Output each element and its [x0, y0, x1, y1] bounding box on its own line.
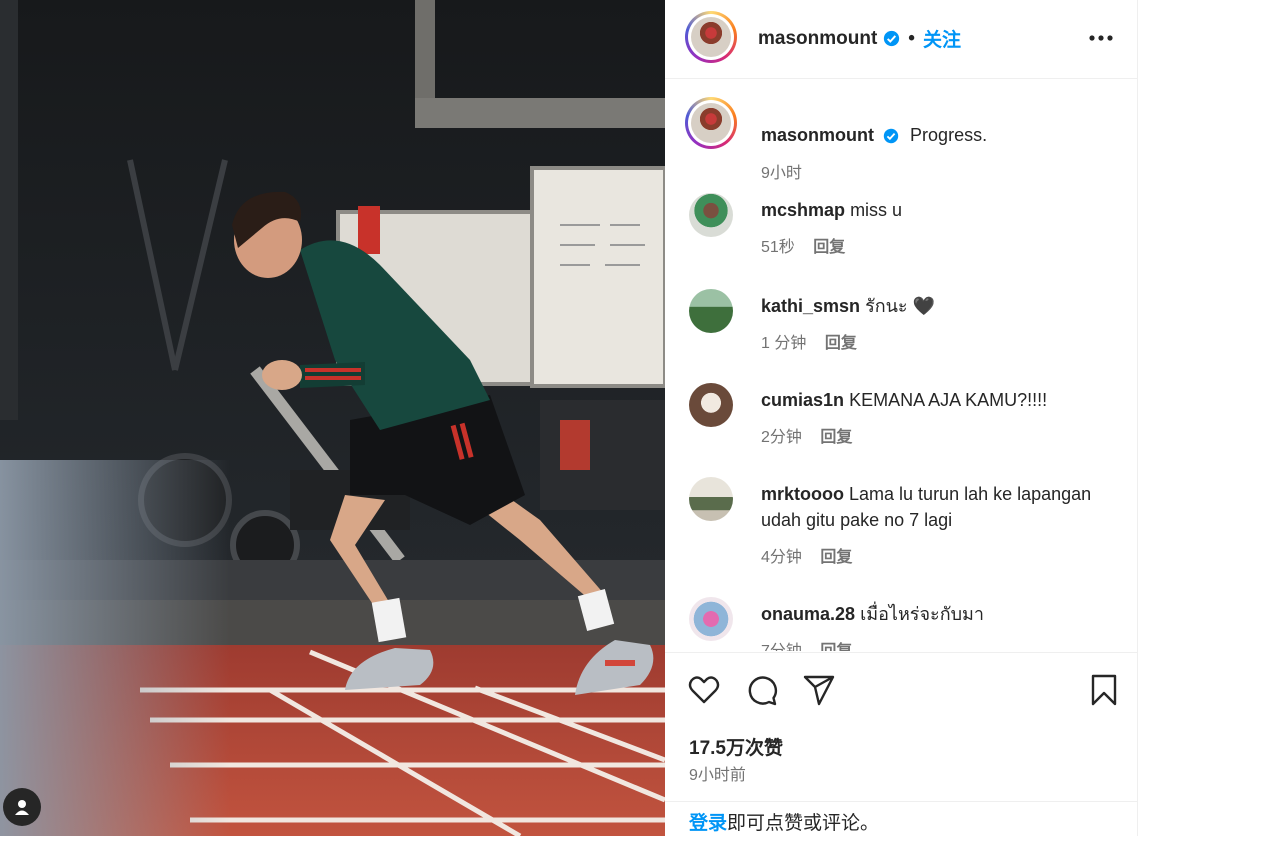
comment-avatar[interactable]: [689, 289, 733, 333]
share-icon[interactable]: [802, 673, 836, 707]
comment-time: 7分钟: [761, 643, 802, 651]
author-username[interactable]: masonmount: [758, 28, 877, 50]
follow-button[interactable]: 关注: [923, 25, 961, 52]
comment-body: mrktoooo Lama lu turun lah ke lapangan u…: [761, 481, 1101, 533]
reply-button[interactable]: 回复: [813, 239, 845, 256]
comment-body: cumias1n KEMANA AJA KAMU?!!!!: [761, 387, 1101, 413]
comment-body: kathi_smsn รักนะ 🖤: [761, 293, 1101, 319]
comment-avatar[interactable]: [689, 477, 733, 521]
comment-username[interactable]: cumias1n: [761, 390, 844, 410]
comment-meta: 4分钟 回复: [761, 543, 852, 567]
heart-icon[interactable]: [687, 673, 721, 707]
comment-time: 1 分钟: [761, 335, 807, 352]
header-user: masonmount • 关注: [758, 25, 961, 52]
comment-text: KEMANA AJA KAMU?!!!!: [849, 390, 1048, 410]
likes-count[interactable]: 17.5万次赞: [689, 733, 783, 760]
comment-body: onauma.28 เมื่อไหร่จะกับมา: [761, 601, 1101, 627]
comment-username[interactable]: mcshmap: [761, 200, 845, 220]
comment-meta: 51秒 回复: [761, 233, 845, 257]
user-tag-button[interactable]: [3, 788, 41, 826]
caption-text-row: masonmount Progress.: [761, 125, 987, 146]
bookmark-icon[interactable]: [1087, 673, 1121, 707]
comment-body: mcshmap miss u: [761, 197, 1101, 223]
action-bar: 17.5万次赞 9小时前 登录即可点赞或评论。: [665, 652, 1137, 837]
comment-meta: 7分钟 回复: [761, 637, 852, 651]
caption-avatar[interactable]: [685, 97, 737, 149]
post-image: [0, 0, 665, 836]
comments-scroll-area[interactable]: masonmount Progress. 9小时 mcshmap miss u …: [665, 79, 1137, 651]
reply-button[interactable]: 回复: [820, 429, 852, 446]
reply-button[interactable]: 回复: [820, 549, 852, 566]
login-prompt: 登录即可点赞或评论。: [665, 801, 1137, 837]
reply-button[interactable]: 回复: [825, 335, 857, 352]
post-header: masonmount • 关注: [665, 0, 1137, 79]
comment-meta: 2分钟 回复: [761, 423, 852, 447]
comment-time: 51秒: [761, 239, 795, 256]
post-photo[interactable]: [0, 0, 665, 836]
comment-avatar[interactable]: [689, 597, 733, 641]
comment-username[interactable]: onauma.28: [761, 604, 855, 624]
comment-username[interactable]: kathi_smsn: [761, 296, 860, 316]
more-icon[interactable]: [1088, 25, 1114, 51]
caption-time: 9小时: [761, 165, 802, 182]
comment-text: รักนะ 🖤: [865, 296, 936, 316]
comment-avatar[interactable]: [689, 193, 733, 237]
comment-text: miss u: [850, 200, 903, 220]
reply-button[interactable]: 回复: [820, 643, 852, 651]
author-avatar[interactable]: [685, 11, 737, 63]
verified-icon: [884, 30, 900, 47]
caption-username[interactable]: masonmount: [761, 125, 874, 145]
verified-icon: [883, 129, 899, 144]
caption-body: Progress.: [910, 125, 988, 145]
comment-meta: 1 分钟 回复: [761, 329, 857, 353]
login-prompt-text: 即可点赞或评论。: [727, 813, 880, 834]
comment-avatar[interactable]: [689, 383, 733, 427]
separator-dot: •: [908, 27, 915, 49]
comment-time: 2分钟: [761, 429, 802, 446]
page-margin: [1138, 0, 1280, 836]
login-link[interactable]: 登录: [689, 813, 727, 834]
comment-icon[interactable]: [745, 673, 779, 707]
post-side-panel: masonmount • 关注 masonmount Progress. 9小时…: [665, 0, 1138, 836]
comment-username[interactable]: mrktoooo: [761, 484, 844, 504]
post-timestamp: 9小时前: [689, 767, 746, 784]
comment-time: 4分钟: [761, 549, 802, 566]
comment-text: เมื่อไหร่จะกับมา: [860, 604, 984, 624]
user-tag-icon: [15, 800, 29, 815]
